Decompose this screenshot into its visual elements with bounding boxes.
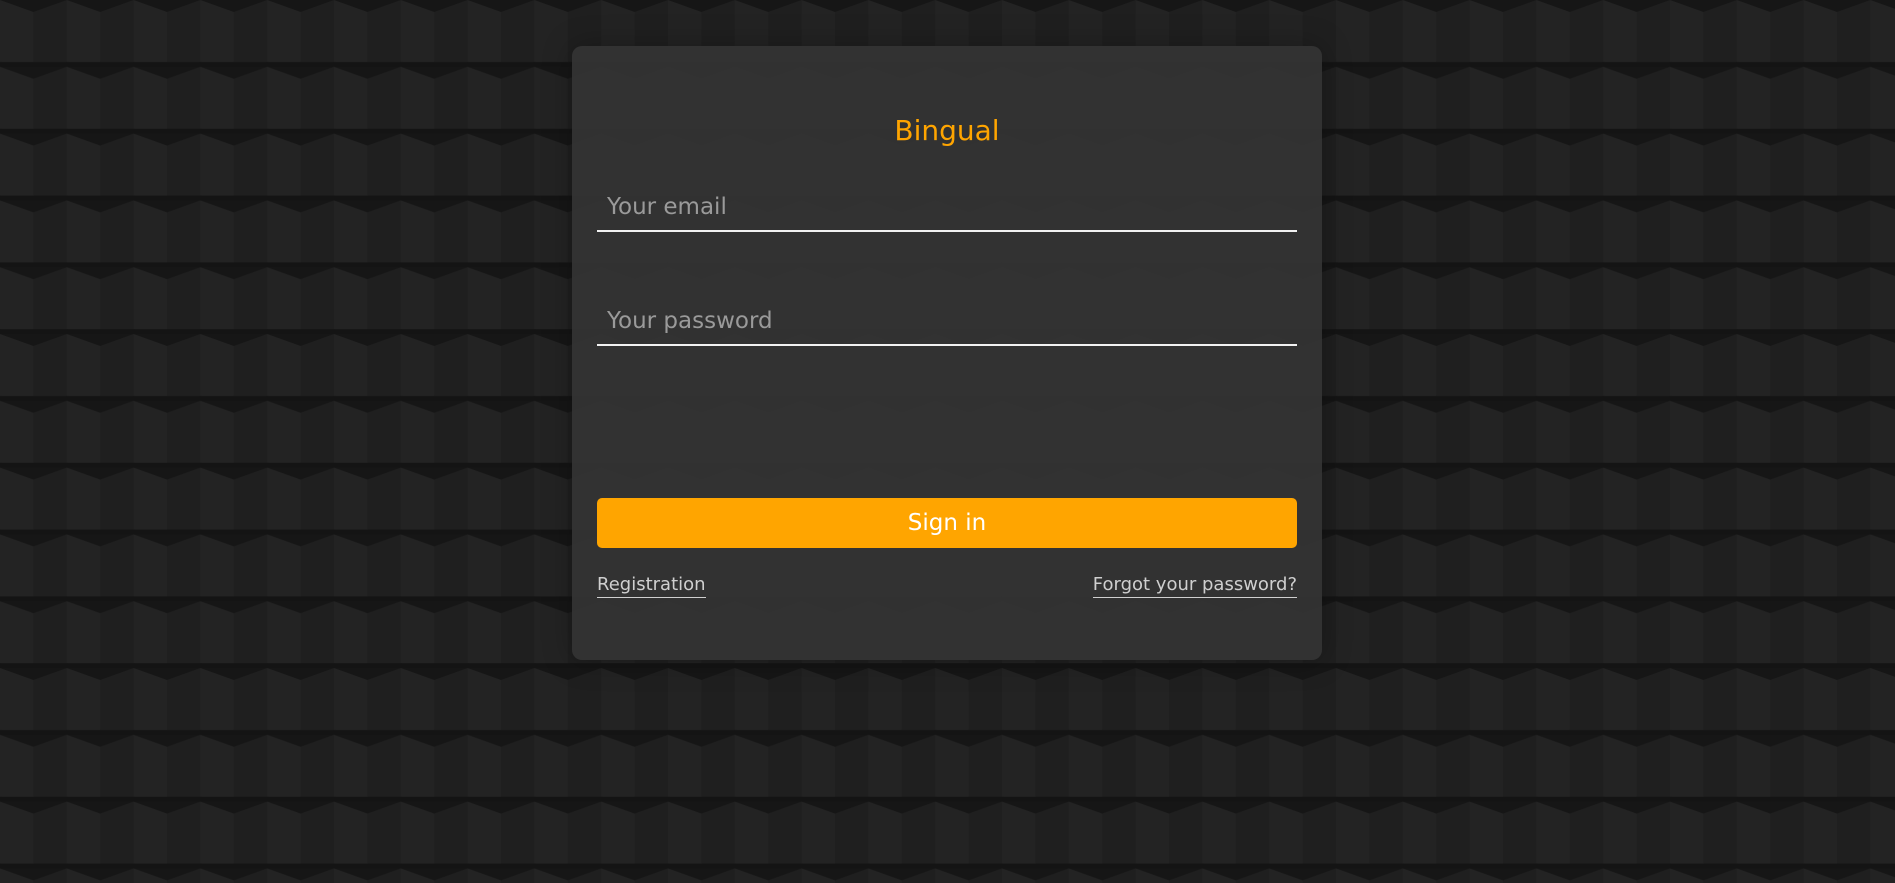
password-field[interactable] xyxy=(597,298,1297,346)
sign-in-button[interactable]: Sign in xyxy=(597,498,1297,548)
login-card: Bingual Sign in Registration Forgot your… xyxy=(572,46,1322,660)
email-field[interactable] xyxy=(597,184,1297,232)
registration-link[interactable]: Registration xyxy=(597,573,706,598)
forgot-password-link[interactable]: Forgot your password? xyxy=(1092,573,1297,598)
app-title: Bingual xyxy=(894,114,1000,147)
